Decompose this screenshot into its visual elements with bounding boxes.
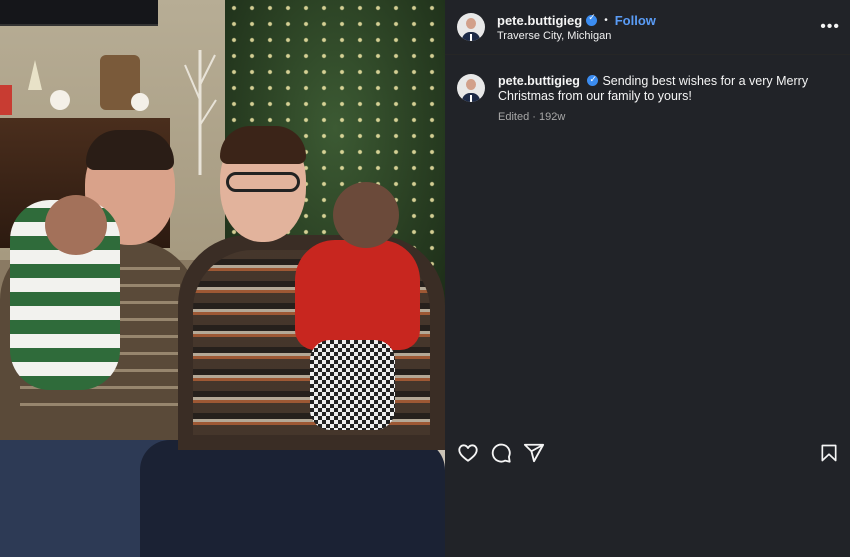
- photo-baby-left-head: [45, 195, 107, 255]
- bookmark-icon[interactable]: [818, 442, 840, 464]
- post-photo[interactable]: [0, 0, 445, 557]
- caption-body: pete.buttigieg Sending best wishes for a…: [498, 73, 836, 125]
- caption-avatar[interactable]: [457, 74, 485, 102]
- edited-label: Edited: [498, 111, 530, 123]
- profile-avatar[interactable]: [457, 13, 485, 41]
- caption-sub-separator: ·: [529, 111, 539, 123]
- photo-glasses: [226, 172, 300, 192]
- header-username[interactable]: pete.buttigieg: [497, 13, 582, 28]
- post-caption: pete.buttigieg Sending best wishes for a…: [457, 73, 836, 125]
- follow-button[interactable]: Follow: [615, 13, 656, 28]
- photo-baby-right: [295, 240, 420, 350]
- header-divider: [445, 54, 850, 55]
- post-actions: [457, 442, 840, 464]
- post-header: pete.buttigieg • Follow Traverse City, M…: [457, 12, 840, 42]
- more-options-icon[interactable]: •••: [820, 18, 840, 36]
- photo-person-right-hair: [220, 126, 306, 164]
- post-side-panel: pete.buttigieg • Follow Traverse City, M…: [445, 0, 850, 557]
- location-link[interactable]: Traverse City, Michigan: [497, 30, 656, 42]
- heart-icon[interactable]: [457, 442, 479, 464]
- caption-username[interactable]: pete.buttigieg: [498, 74, 580, 88]
- photo-birch-lights: [184, 50, 217, 175]
- share-icon[interactable]: [523, 442, 545, 464]
- comment-icon[interactable]: [490, 442, 512, 464]
- caption-verified-badge-icon: [587, 73, 599, 88]
- photo-person-left-hair: [86, 130, 174, 170]
- post-age[interactable]: 192w: [539, 111, 565, 123]
- photo-baby-right-legs: [310, 340, 395, 430]
- header-meta: pete.buttigieg • Follow Traverse City, M…: [497, 13, 656, 42]
- caption-subline: Edited · 192w: [498, 110, 836, 125]
- photo-tv: [0, 0, 158, 26]
- verified-badge-icon: [586, 13, 598, 26]
- header-separator: •: [604, 14, 608, 26]
- photo-decorations: [0, 55, 149, 115]
- photo-person-right-pants: [140, 440, 445, 557]
- photo-baby-right-head: [333, 182, 399, 248]
